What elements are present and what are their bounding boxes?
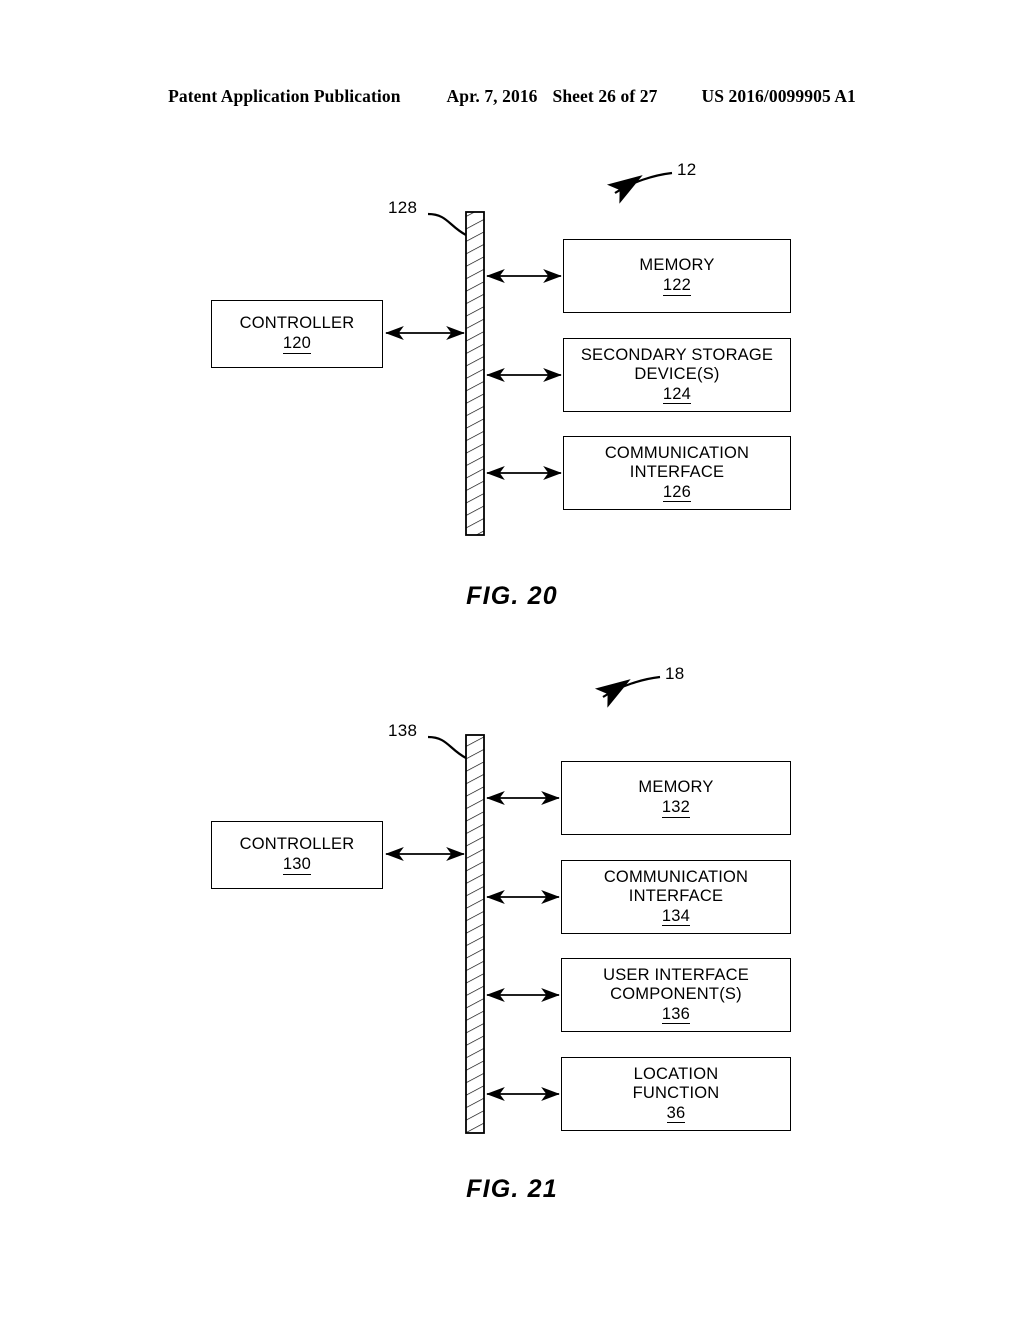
block-user-interface-components[interactable]: USER INTERFACE COMPONENT(S) 136: [561, 958, 791, 1032]
block-location-function-label: LOCATION FUNCTION: [632, 1064, 720, 1102]
figure-21-linework: [385, 675, 661, 1134]
ref-numeral-system-12: 12: [677, 160, 697, 179]
block-controller-ref: 120: [282, 334, 312, 354]
block-location-function-ref: 36: [666, 1104, 686, 1124]
patent-number: US 2016/0099905 A1: [701, 86, 856, 106]
figure-20: 128 12 CONTROLLER 120 MEMORY 122 SECONDA…: [0, 140, 1024, 630]
block-memory-ref: 132: [661, 798, 691, 818]
block-communication-interface[interactable]: COMMUNICATION INTERFACE 134: [561, 860, 791, 934]
ref-numeral-bus-128: 128: [388, 198, 418, 217]
block-controller-ref: 130: [282, 855, 312, 875]
ref-numeral-system-18: 18: [665, 664, 685, 683]
block-controller-label: CONTROLLER: [239, 314, 355, 333]
block-communication-interface[interactable]: COMMUNICATION INTERFACE 126: [563, 436, 791, 510]
block-memory[interactable]: MEMORY 132: [561, 761, 791, 835]
publication-title: Patent Application Publication: [168, 86, 401, 106]
system-pointer-arrow: [606, 171, 673, 204]
publication-date: Apr. 7, 2016: [446, 86, 538, 106]
block-communication-interface-ref: 126: [662, 483, 692, 503]
block-secondary-storage-ref: 124: [662, 385, 692, 405]
block-memory-label: MEMORY: [638, 778, 714, 797]
block-controller[interactable]: CONTROLLER 120: [211, 300, 383, 368]
page-header: Patent Application Publication Apr. 7, 2…: [0, 86, 1024, 112]
block-location-function[interactable]: LOCATION FUNCTION 36: [561, 1057, 791, 1131]
system-bus: [465, 211, 485, 536]
bus-leader-line: [427, 212, 467, 236]
block-controller[interactable]: CONTROLLER 130: [211, 821, 383, 889]
block-communication-interface-ref: 134: [661, 907, 691, 927]
block-communication-interface-label: COMMUNICATION INTERFACE: [604, 443, 750, 481]
bus-leader-line: [427, 735, 467, 759]
block-memory[interactable]: MEMORY 122: [563, 239, 791, 313]
sheet-number: Sheet 26 of 27: [552, 86, 658, 106]
figure-21-caption: FIG. 21: [466, 1175, 558, 1203]
figure-21: 138 18 CONTROLLER 130 MEMORY 132 COMMUNI…: [0, 645, 1024, 1225]
system-bus: [465, 734, 485, 1134]
block-memory-label: MEMORY: [639, 256, 715, 275]
ref-numeral-bus-138: 138: [388, 721, 418, 740]
figure-20-linework: [385, 171, 673, 536]
block-controller-label: CONTROLLER: [239, 835, 355, 854]
block-user-interface-components-label: USER INTERFACE COMPONENT(S): [603, 965, 749, 1003]
block-communication-interface-label: COMMUNICATION INTERFACE: [603, 867, 749, 905]
system-pointer-arrow: [594, 675, 661, 708]
block-user-interface-components-ref: 136: [661, 1005, 691, 1025]
block-memory-ref: 122: [662, 276, 692, 296]
block-secondary-storage-label: SECONDARY STORAGE DEVICE(S): [580, 345, 774, 383]
figure-20-caption: FIG. 20: [466, 582, 558, 610]
block-secondary-storage[interactable]: SECONDARY STORAGE DEVICE(S) 124: [563, 338, 791, 412]
